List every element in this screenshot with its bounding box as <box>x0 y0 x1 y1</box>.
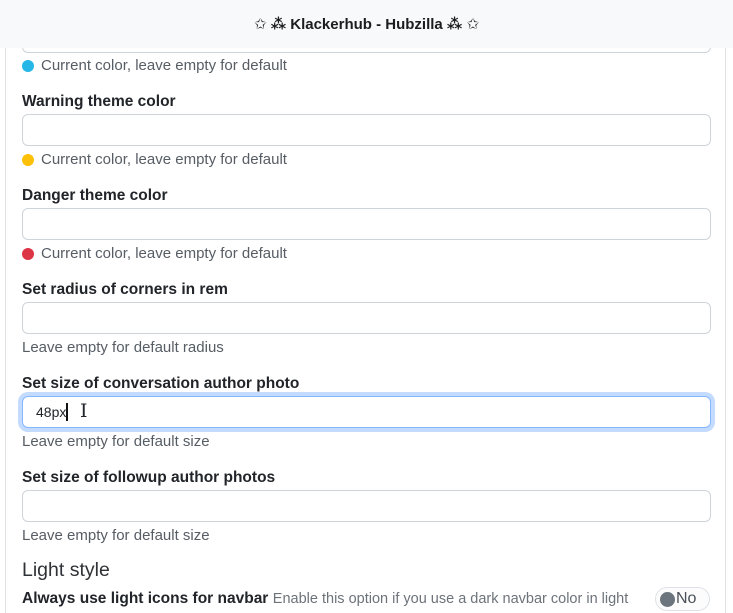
help-text: Leave empty for default size <box>22 526 210 546</box>
light-icons-toggle[interactable]: No <box>655 587 710 611</box>
content-right-border <box>725 48 726 613</box>
field-group-danger-color: Danger theme color Current color, leave … <box>22 186 711 268</box>
page-title: ✩ ⁂ Klackerhub - Hubzilla ⁂ ✩ <box>254 15 479 33</box>
corner-radius-input[interactable] <box>22 302 711 334</box>
danger-color-input[interactable] <box>22 208 711 240</box>
light-icons-setting-row: Always use light icons for navbar Enable… <box>22 589 654 609</box>
field-help: Current color, leave empty for default <box>22 150 287 170</box>
help-text: Leave empty for default size <box>22 432 210 452</box>
ibeam-cursor-icon: I <box>80 400 88 422</box>
toggle-knob <box>660 592 675 607</box>
followup-photo-size-input[interactable] <box>22 490 711 522</box>
toggle-state-label: No <box>676 591 696 607</box>
field-label: Set size of followup author photos <box>22 468 275 488</box>
help-text: Current color, leave empty for default <box>41 56 287 76</box>
text-caret <box>66 403 68 421</box>
field-label: Danger theme color <box>22 186 168 206</box>
danger-color-dot <box>22 248 34 260</box>
field-group-conversation-photo-size: Set size of conversation author photo Le… <box>22 374 711 456</box>
conversation-photo-size-input[interactable] <box>22 396 711 428</box>
field-label: Set radius of corners in rem <box>22 280 228 300</box>
field-group-corner-radius: Set radius of corners in rem Leave empty… <box>22 280 711 362</box>
section-title-light-style: Light style <box>22 556 110 584</box>
help-text: Current color, leave empty for default <box>41 150 287 170</box>
content-left-border <box>5 48 6 613</box>
app-header: ✩ ⁂ Klackerhub - Hubzilla ⁂ ✩ <box>0 0 733 48</box>
warning-color-dot <box>22 154 34 166</box>
field-group-warning-color: Warning theme color Current color, leave… <box>22 92 711 174</box>
field-help: Leave empty for default size <box>22 432 210 452</box>
setting-description: Enable this option if you use a dark nav… <box>273 591 628 607</box>
field-help: Leave empty for default radius <box>22 338 224 358</box>
help-text: Leave empty for default radius <box>22 338 224 358</box>
field-help: Current color, leave empty for default <box>22 56 287 76</box>
field-label: Set size of conversation author photo <box>22 374 299 394</box>
field-help: Leave empty for default size <box>22 526 210 546</box>
field-help: Current color, leave empty for default <box>22 244 287 264</box>
setting-label: Always use light icons for navbar <box>22 590 268 607</box>
field-group-followup-photo-size: Set size of followup author photos Leave… <box>22 468 711 550</box>
settings-page: ✩ ⁂ Klackerhub - Hubzilla ⁂ ✩ Current co… <box>0 0 733 613</box>
info-color-dot <box>22 60 34 72</box>
help-text: Current color, leave empty for default <box>41 244 287 264</box>
warning-color-input[interactable] <box>22 114 711 146</box>
